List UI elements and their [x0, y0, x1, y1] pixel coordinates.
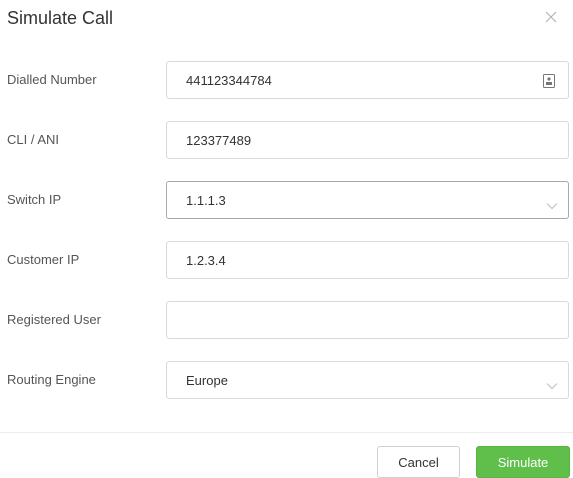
registered-user-field[interactable]	[166, 301, 569, 339]
switch-ip-select[interactable]: 1.1.1.3	[166, 181, 569, 219]
cancel-button[interactable]: Cancel	[377, 446, 460, 478]
registered-user-input[interactable]	[167, 302, 568, 338]
switch-ip-label: Switch IP	[7, 192, 62, 207]
registered-user-label: Registered User	[7, 312, 101, 327]
simulate-call-dialog: Simulate Call Dialled Number CLI / ANI	[0, 0, 573, 478]
contact-card-icon[interactable]	[543, 74, 555, 93]
customer-ip-row: Customer IP	[0, 241, 573, 281]
dialled-number-field[interactable]	[166, 61, 569, 99]
cli-ani-input[interactable]	[167, 122, 568, 158]
customer-ip-field[interactable]	[166, 241, 569, 279]
customer-ip-label: Customer IP	[7, 252, 80, 267]
footer-divider	[0, 432, 573, 433]
cli-ani-row: CLI / ANI	[0, 121, 573, 161]
simulate-button[interactable]: Simulate	[476, 446, 570, 478]
cli-ani-label: CLI / ANI	[7, 132, 60, 147]
chevron-down-icon[interactable]	[546, 197, 558, 215]
registered-user-row: Registered User	[0, 301, 573, 341]
routing-engine-row: Routing Engine Europe	[0, 361, 573, 401]
dialled-number-label: Dialled Number	[7, 72, 97, 87]
dialled-number-input[interactable]	[167, 62, 568, 98]
switch-ip-value: 1.1.1.3	[186, 193, 226, 208]
dialog-title: Simulate Call	[7, 8, 114, 28]
routing-engine-label: Routing Engine	[7, 372, 96, 387]
customer-ip-input[interactable]	[167, 242, 568, 278]
switch-ip-row: Switch IP 1.1.1.3	[0, 181, 573, 221]
cli-ani-field[interactable]	[166, 121, 569, 159]
routing-engine-select[interactable]: Europe	[166, 361, 569, 399]
routing-engine-value: Europe	[186, 373, 228, 388]
chevron-down-icon[interactable]	[546, 377, 558, 395]
dialled-number-row: Dialled Number	[0, 61, 573, 101]
close-icon[interactable]	[543, 9, 559, 25]
